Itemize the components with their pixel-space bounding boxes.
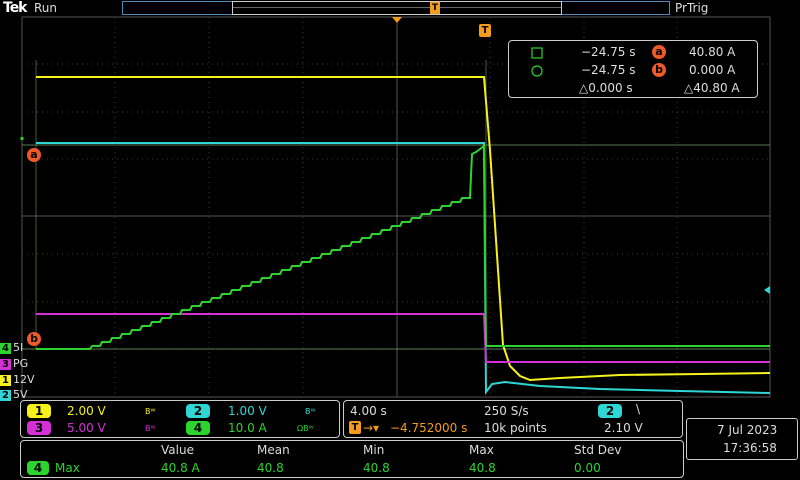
trigger-position-icon[interactable] (392, 17, 402, 23)
channel-label-4[interactable]: 4 5I (0, 342, 23, 354)
channel-label-1[interactable]: 1 12V (0, 374, 35, 386)
trigger-level-icon[interactable] (764, 286, 770, 294)
trigger-arrow-icon: →▾ (363, 421, 380, 435)
cursor-b-time: −24.75 s (581, 63, 636, 77)
cursor-b-badge: b (652, 63, 666, 77)
cursor-a-badge: a (652, 45, 666, 59)
ch2-scale[interactable]: 1.00 V (228, 404, 267, 418)
ch4-waveform (36, 144, 770, 350)
vertical-settings-panel[interactable]: 1 2.00 V Bᵂ 2 1.00 V Bᵂ 3 5.00 V Bᵂ 4 10… (20, 400, 340, 438)
circle-cursor-icon (531, 65, 543, 77)
trigger-pos-icon: T (349, 421, 361, 434)
ch1-scale[interactable]: 2.00 V (67, 404, 106, 418)
datetime-panel[interactable]: 7 Jul 2023 17:36:58 (686, 418, 798, 460)
cursor-row-a: −24.75 s a 40.80 A (509, 44, 757, 62)
cursor-a-time: −24.75 s (581, 45, 636, 59)
ch4-scale[interactable]: 10.0 A (228, 421, 267, 435)
meas-header-stddev: Std Dev (574, 443, 622, 457)
ch3-scale[interactable]: 5.00 V (67, 421, 106, 435)
time: 17:36:58 (723, 441, 777, 455)
record-length: 10k points (484, 421, 547, 435)
meas-label[interactable]: Max (55, 461, 80, 475)
meas-header-min: Min (363, 443, 385, 457)
measurement-panel[interactable]: Value Mean Min Max Std Dev 4 Max 40.8 A … (20, 440, 684, 478)
date: 7 Jul 2023 (717, 423, 778, 437)
meas-header-value: Value (161, 443, 194, 457)
trigger-source-chip[interactable]: 2 (598, 404, 622, 418)
ch3-chip[interactable]: 3 (27, 421, 51, 435)
trigger-position[interactable]: −4.752000 s (390, 421, 467, 435)
cursor-row-b: −24.75 s b 0.000 A (509, 62, 757, 80)
meas-source-chip[interactable]: 4 (27, 461, 49, 475)
meas-max: 40.8 (469, 461, 496, 475)
trigger-slope-icon[interactable]: \ (636, 402, 640, 416)
ch2-waveform (36, 142, 771, 395)
ch3-bw-icon: Bᵂ (145, 424, 156, 433)
trigger-marker-icon[interactable]: T (479, 24, 491, 37)
ch4-bw-icon: ΩBᵂ (297, 424, 314, 433)
meas-mean: 40.8 (257, 461, 284, 475)
timebase[interactable]: 4.00 s (350, 404, 387, 418)
meas-header-max: Max (469, 443, 494, 457)
cursor-a-value: 40.80 A (689, 45, 736, 59)
ch2-bw-icon: Bᵂ (305, 407, 316, 416)
cursor-b-value: 0.000 A (689, 63, 736, 77)
cursor-b-marker[interactable]: b (27, 332, 41, 346)
channel-label-3[interactable]: 3 PG (0, 358, 28, 370)
meas-min: 40.8 (363, 461, 390, 475)
ch2-chip[interactable]: 2 (186, 404, 210, 418)
ch1-bw-icon: Bᵂ (145, 407, 156, 416)
trigger-level[interactable]: 2.10 V (604, 421, 643, 435)
cursor-row-delta: △0.000 s △40.80 A (509, 80, 757, 98)
ch1-chip[interactable]: 1 (27, 404, 51, 418)
ch1-waveform (36, 76, 771, 382)
ch3-waveform (36, 313, 770, 363)
meas-value: 40.8 A (161, 461, 200, 475)
cursor-lines[interactable] (22, 60, 770, 350)
cursor-a-marker[interactable]: a (27, 148, 41, 162)
horizontal-trigger-panel[interactable]: 4.00 s 250 S/s 2 \ T →▾ −4.752000 s 10k … (343, 400, 683, 438)
cursor-delta-value: △40.80 A (684, 81, 740, 95)
meas-stddev: 0.00 (574, 461, 601, 475)
meas-header-mean: Mean (257, 443, 290, 457)
cursor-delta-time: △0.000 s (579, 81, 633, 95)
square-cursor-icon (531, 47, 543, 59)
cursor-readout-panel[interactable]: −24.75 s a 40.80 A −24.75 s b 0.000 A △0… (508, 40, 758, 98)
ch4-chip[interactable]: 4 (186, 421, 210, 435)
sample-rate: 250 S/s (484, 404, 529, 418)
